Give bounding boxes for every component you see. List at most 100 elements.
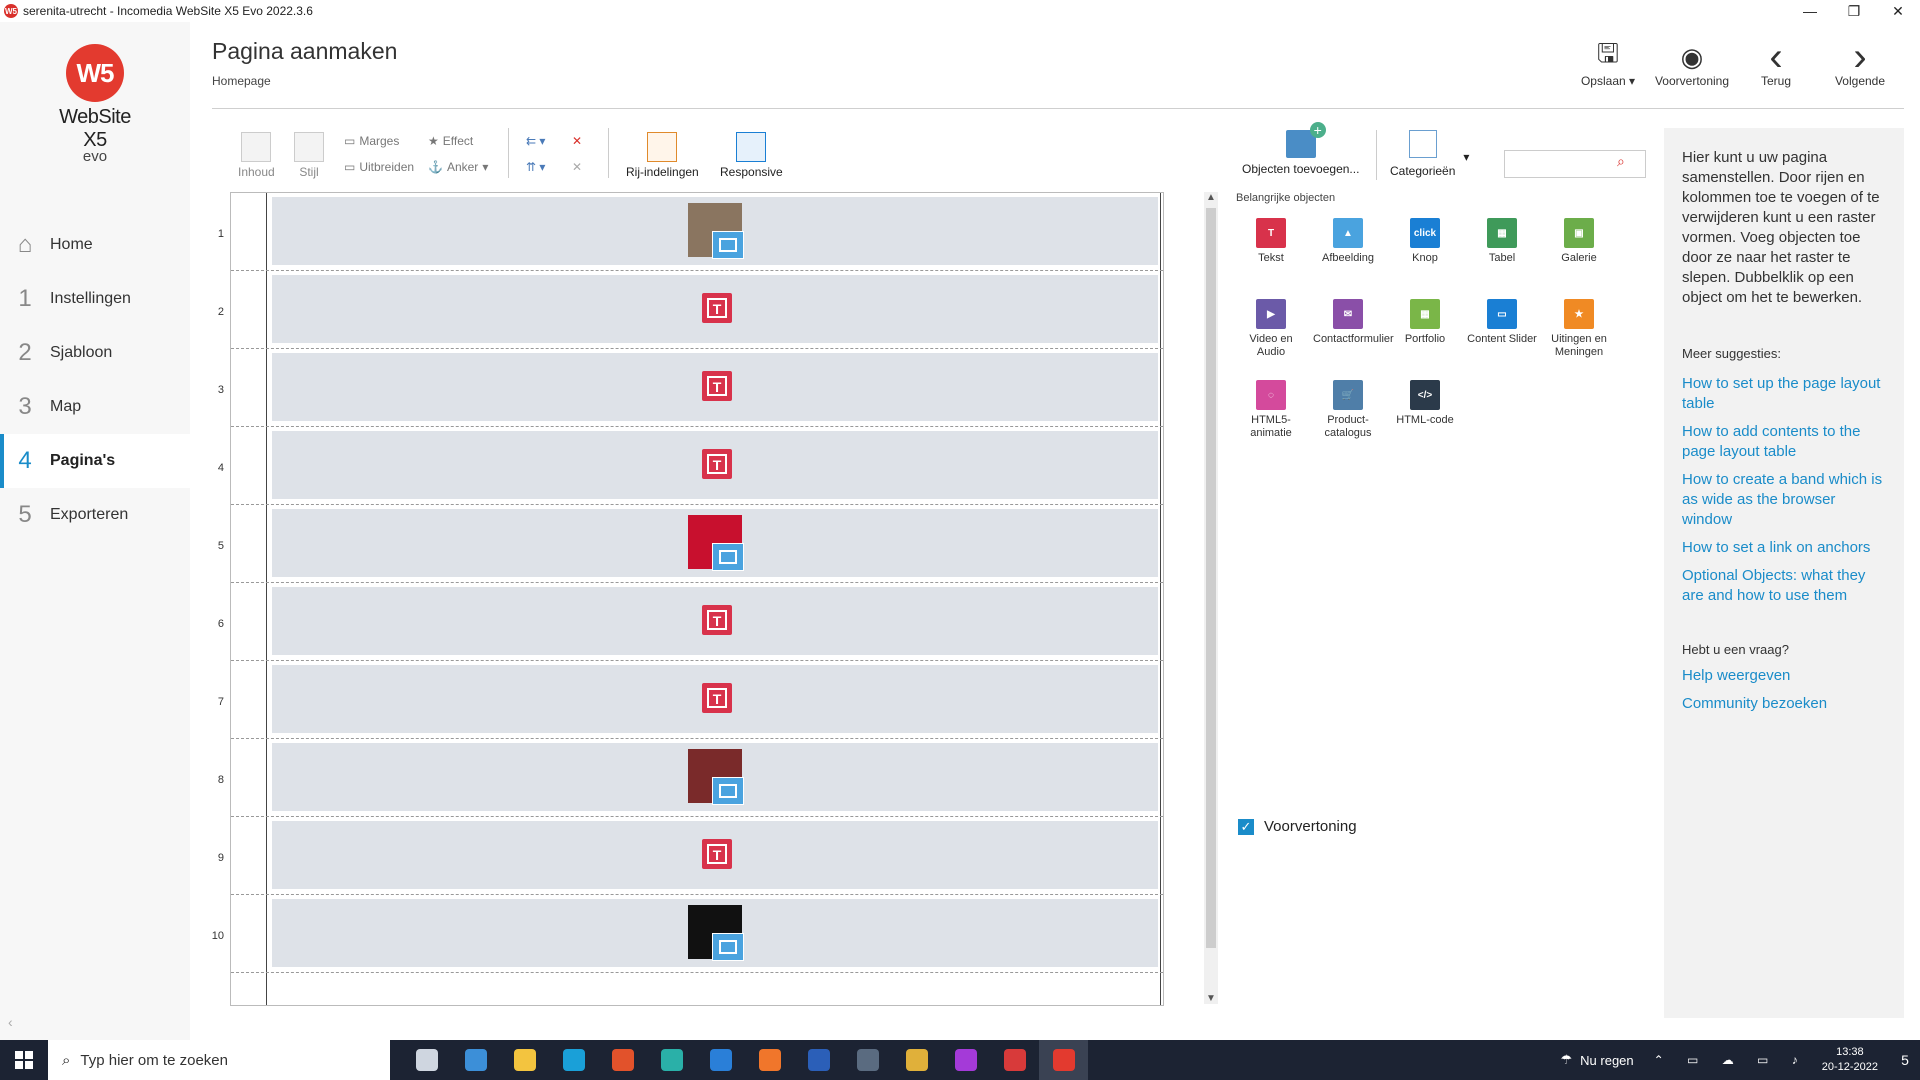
taskbar-app-button[interactable] [1039, 1040, 1088, 1080]
taskbar-app-button[interactable] [892, 1040, 941, 1080]
chevron-down-icon[interactable]: ▾ [1463, 150, 1469, 164]
portfolio-object[interactable]: ▦ Portfolio [1390, 299, 1460, 346]
html5-animation-object[interactable]: ◌ HTML5-animatie [1236, 380, 1306, 440]
search-icon[interactable]: ⌕ [1617, 153, 1625, 170]
taskbar-app-button[interactable] [794, 1040, 843, 1080]
eye-action-button[interactable]: ◉ Voorvertoning [1650, 40, 1734, 89]
clock[interactable]: 13:38 20-12-2022 [1822, 1045, 1878, 1075]
categories-button[interactable]: Categorieën ▾ [1390, 130, 1469, 178]
html-code-object[interactable]: </> HTML-code [1390, 380, 1460, 427]
nav-item-paginas[interactable]: 4 Pagina's [0, 434, 190, 488]
chevron-right-action-button[interactable]: › Volgende [1818, 35, 1902, 89]
contact-form-object[interactable]: ✉ Contactformulier [1313, 299, 1394, 346]
add-objects-button[interactable]: Objecten toevoegen... [1242, 122, 1359, 176]
nav-item-map[interactable]: 3 Map [0, 380, 190, 434]
help-link[interactable]: How to set a link on anchors [1682, 538, 1888, 558]
scroll-down-icon[interactable]: ▼ [1204, 993, 1218, 1004]
insert-row-button[interactable]: ⇇ ▾ [526, 134, 545, 148]
table-object[interactable]: ▦ Tabel [1467, 218, 1537, 265]
grid-row[interactable] [272, 899, 1158, 967]
image-object[interactable]: ▲ Afbeelding [1313, 218, 1383, 265]
restore-button[interactable]: ❐ [1832, 0, 1876, 22]
comments-object[interactable]: ★ Uitingen en Meningen [1544, 299, 1614, 359]
insert-column-button[interactable]: ⇈ ▾ [526, 160, 545, 174]
file-explorer-icon [513, 1049, 536, 1071]
image-object[interactable] [688, 203, 744, 259]
grid-row[interactable]: T [272, 587, 1158, 655]
taskbar-app-button[interactable] [990, 1040, 1039, 1080]
image-object[interactable] [688, 515, 744, 571]
minimize-button[interactable]: — [1788, 0, 1832, 22]
help-link[interactable]: How to set up the page layout table [1682, 374, 1888, 414]
margins-button[interactable]: ▭ Marges [344, 134, 399, 148]
button-object[interactable]: click Knop [1390, 218, 1460, 265]
grid-row[interactable]: T [272, 665, 1158, 733]
tray-icons[interactable]: ⌃ ▭ ☁ ▭ ♪ [1654, 1053, 1808, 1067]
taskbar-app-button[interactable] [402, 1040, 451, 1080]
chevron-down-icon[interactable]: ▾ [482, 160, 488, 174]
grid-row[interactable]: T [272, 431, 1158, 499]
nav-item-home[interactable]: ⌂ Home [0, 218, 190, 272]
action-label: Volgende [1834, 74, 1886, 88]
taskbar-app-button[interactable] [696, 1040, 745, 1080]
text-object-icon[interactable]: T [702, 449, 732, 479]
text-object-icon[interactable]: T [702, 605, 732, 635]
notifications-button[interactable]: 5 [1890, 1052, 1920, 1068]
image-object[interactable] [688, 749, 744, 805]
preview-checkbox[interactable]: ✓ Voorvertoning [1238, 818, 1357, 835]
content-button[interactable]: Inhoud [238, 132, 275, 179]
taskbar-app-button[interactable] [598, 1040, 647, 1080]
help-link[interactable]: How to create a band which is as wide as… [1682, 470, 1888, 530]
grid-row[interactable] [272, 197, 1158, 265]
weather-widget[interactable]: ☂ Nu regen [1561, 1052, 1634, 1068]
text-object[interactable]: T Tekst [1236, 218, 1306, 265]
taskbar-app-button[interactable] [549, 1040, 598, 1080]
taskbar-app-button[interactable] [500, 1040, 549, 1080]
taskbar-app-button[interactable] [647, 1040, 696, 1080]
gallery-object[interactable]: ▣ Galerie [1544, 218, 1614, 265]
row-layouts-button[interactable]: Rij-indelingen [626, 132, 699, 179]
taskbar-app-button[interactable] [745, 1040, 794, 1080]
grid-row[interactable]: T [272, 821, 1158, 889]
text-object-icon[interactable]: T [702, 293, 732, 323]
help-link[interactable]: How to add contents to the page layout t… [1682, 422, 1888, 462]
image-object[interactable] [688, 905, 744, 961]
scroll-thumb[interactable] [1206, 208, 1216, 948]
taskbar-app-button[interactable] [451, 1040, 500, 1080]
expand-label: Uitbreiden [359, 160, 415, 174]
nav-item-sjabloon[interactable]: 2 Sjabloon [0, 326, 190, 380]
nav-item-instellingen[interactable]: 1 Instellingen [0, 272, 190, 326]
community-link[interactable]: Community bezoeken [1682, 694, 1888, 714]
delete-column-button[interactable]: ✕ [572, 160, 582, 174]
responsive-button[interactable]: Responsive [720, 132, 783, 179]
effect-button[interactable]: ★ Effect [428, 134, 473, 148]
collapse-sidebar-icon[interactable]: ‹ [8, 1014, 13, 1030]
video-audio-object[interactable]: ▶ Video en Audio [1236, 299, 1306, 359]
delete-row-button[interactable]: ✕ [572, 134, 582, 148]
scroll-up-icon[interactable]: ▲ [1204, 192, 1218, 203]
taskbar-search[interactable]: ⌕ Typ hier om te zoeken [48, 1040, 390, 1080]
text-object-icon[interactable]: T [702, 839, 732, 869]
content-slider-object[interactable]: ▭ Content Slider [1467, 299, 1537, 346]
save-action-button[interactable]: 🖫 Opslaan ▾ [1566, 38, 1650, 88]
text-object-icon[interactable]: T [702, 683, 732, 713]
start-button[interactable] [0, 1040, 48, 1080]
help-link[interactable]: Optional Objects: what they are and how … [1682, 566, 1888, 606]
grid-scrollbar[interactable]: ▲ ▼ [1204, 192, 1218, 1004]
show-help-link[interactable]: Help weergeven [1682, 666, 1888, 686]
taskbar-app-button[interactable] [941, 1040, 990, 1080]
close-button[interactable]: ✕ [1876, 0, 1920, 22]
taskbar-app-button[interactable] [843, 1040, 892, 1080]
nav-item-exporteren[interactable]: 5 Exporteren [0, 488, 190, 542]
grid-row[interactable]: T [272, 353, 1158, 421]
style-button[interactable]: Stijl [294, 132, 324, 179]
text-object-icon[interactable]: T [702, 371, 732, 401]
grid-row[interactable] [272, 509, 1158, 577]
grid-row[interactable]: T [272, 275, 1158, 343]
grid-row[interactable] [272, 743, 1158, 811]
image-object-icon [712, 933, 744, 961]
anchor-button[interactable]: ⚓ Anker ▾ [428, 160, 488, 174]
product-catalog-object[interactable]: 🛒 Product-catalogus [1313, 380, 1383, 440]
chevron-left-action-button[interactable]: ‹ Terug [1734, 35, 1818, 89]
expand-button[interactable]: ▭ Uitbreiden [344, 160, 414, 174]
